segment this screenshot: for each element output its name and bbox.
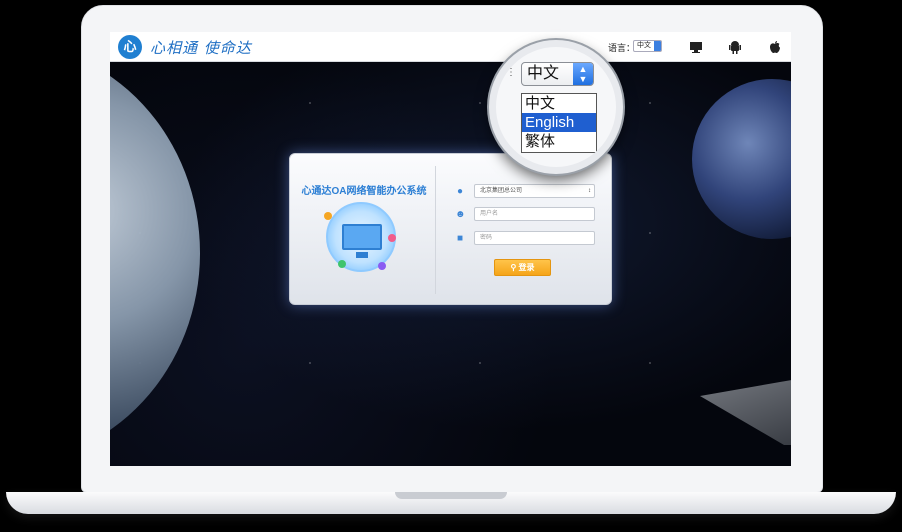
language-select[interactable]: 中文 (633, 40, 662, 52)
slogan: 心相通 使命达 (150, 39, 252, 57)
desktop-icon[interactable] (689, 40, 703, 54)
pink-dot (388, 234, 396, 242)
system-title: 心通达OA网络智能办公系统 (301, 186, 427, 197)
language-option-english[interactable]: English (522, 113, 596, 132)
magnified-language-select[interactable]: 中文 ▲ ▼ (521, 62, 594, 86)
drag-dots-icon: ⋮ (506, 67, 516, 78)
monitor-stand (356, 252, 368, 258)
select-arrow-icon: ▲ ▼ (573, 63, 593, 85)
logo-icon: 心 (118, 35, 142, 59)
user-icon: ☻ (455, 209, 466, 220)
laptop-notch (395, 492, 507, 499)
language-option-traditional[interactable]: 繁体 (522, 132, 596, 151)
login-panel: 心通达OA网络智能办公系统 ● 北京集团总公司 ↕ ☻ 用户名 ■ 密码 ⚲ 登… (289, 153, 612, 305)
lock-icon: ■ (456, 233, 464, 244)
green-dot (338, 260, 346, 268)
language-label: 语言： (608, 43, 636, 53)
screen: 心 心相通 使命达 语言： 中文 心通达OA网络智能办公系统 ● 北京集团总公司… (110, 32, 791, 466)
monitor-icon (342, 224, 382, 250)
office-illustration (324, 202, 396, 272)
login-button[interactable]: ⚲ 登录 (494, 259, 551, 276)
laptop-mockup: 心 心相通 使命达 语言： 中文 心通达OA网络智能办公系统 ● 北京集团总公司… (0, 0, 902, 532)
key-icon: ⚲ (510, 263, 517, 272)
panel-divider (435, 166, 436, 294)
company-value: 北京集团总公司 (480, 188, 523, 194)
company-select[interactable]: 北京集团总公司 ↕ (474, 184, 595, 198)
top-bar: 心 心相通 使命达 语言： 中文 (110, 32, 791, 62)
select-arrow-icon: ↕ (588, 188, 591, 194)
company-icon: ● (456, 186, 464, 197)
username-input[interactable]: 用户名 (474, 207, 595, 221)
login-button-label: 登录 (518, 263, 535, 272)
orange-dot (324, 212, 332, 220)
purple-dot (378, 262, 386, 270)
magnifier-callout: ⋮ 中文 ▲ ▼ 中文 English 繁体 (489, 40, 623, 174)
language-value: 中文 (637, 42, 651, 49)
android-icon[interactable] (728, 40, 742, 54)
apple-icon[interactable] (768, 40, 782, 54)
magnified-language-value: 中文 (527, 65, 560, 82)
language-options-list: 中文 English 繁体 (521, 93, 597, 153)
language-option-chinese[interactable]: 中文 (522, 94, 596, 113)
password-input[interactable]: 密码 (474, 231, 595, 245)
select-arrow-icon (654, 41, 661, 51)
